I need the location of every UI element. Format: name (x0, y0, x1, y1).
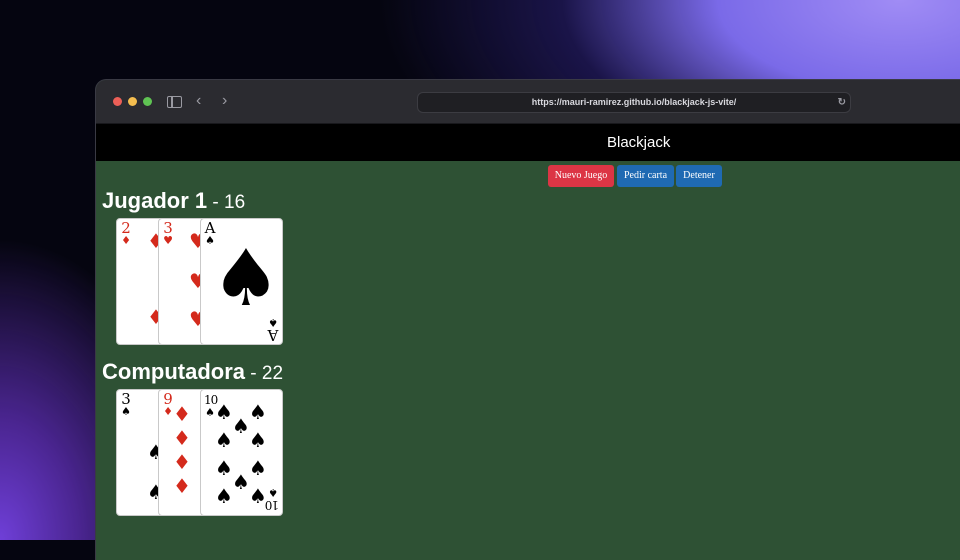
spade-pip-icon: ♠ (215, 428, 233, 452)
spade-pip-icon: ♠ (249, 400, 267, 424)
spade-pip-icon: ♠ (215, 456, 233, 480)
browser-window: ‹ › https://mauri-ramirez.github.io/blac… (96, 80, 960, 560)
spade-pip-icon: ♠ (232, 470, 250, 494)
spade-pip-icon: ♠ (249, 428, 267, 452)
spade-pip-icon: ♠ (249, 456, 267, 480)
player-card-3: A ♠ ♠ A ♠ (200, 218, 283, 345)
back-arrow-icon[interactable]: ‹ (196, 93, 201, 109)
address-bar[interactable]: https://mauri-ramirez.github.io/blackjac… (417, 92, 851, 113)
computer-heading: Computadora - 22 (102, 359, 283, 385)
player-separator: - (207, 192, 225, 213)
computer-name: Computadora (102, 359, 245, 384)
maximize-window-button[interactable] (143, 97, 152, 106)
card-corner: 2 ♦ (121, 219, 131, 247)
minimize-window-button[interactable] (128, 97, 137, 106)
computer-separator: - (245, 363, 262, 384)
card-corner: 3 ♠ (121, 390, 131, 418)
spade-pip-icon: ♠ (215, 400, 233, 424)
hit-button[interactable]: Pedir carta (617, 165, 674, 187)
navbar-brand[interactable]: Blackjack (607, 124, 670, 161)
diamond-pip-icon: ♦ (173, 450, 191, 474)
player-name: Jugador 1 (102, 188, 208, 213)
card-corner-bottom: A ♠ (267, 316, 279, 344)
computer-score: 22 (261, 363, 284, 384)
computer-card-3: 10 ♠ ♠ ♠ ♠ ♠ ♠ ♠ ♠ ♠ ♠ ♠ 10 ♠ (200, 389, 283, 516)
spade-pip-icon: ♠ (232, 414, 250, 438)
stand-button[interactable]: Detener (676, 165, 722, 187)
forward-arrow-icon[interactable]: › (222, 93, 227, 109)
card-corner-bottom: 10 ♠ (265, 486, 279, 512)
browser-titlebar: ‹ › https://mauri-ramirez.github.io/blac… (96, 80, 960, 124)
diamond-pip-icon: ♦ (173, 474, 191, 498)
spade-pip-icon: ♠ (215, 484, 233, 508)
navbar: Blackjack (96, 124, 960, 161)
player-score: 16 (224, 192, 246, 213)
player-heading: Jugador 1 - 16 (102, 188, 245, 214)
diamond-pip-icon: ♦ (173, 426, 191, 450)
close-window-button[interactable] (113, 97, 122, 106)
sidebar-toggle-icon[interactable] (167, 96, 182, 108)
spade-pip-icon: ♠ (249, 484, 267, 508)
card-corner: 3 ♥ (163, 219, 173, 247)
reload-icon[interactable]: ↻ (838, 93, 846, 112)
ace-spade-icon: ♠ (211, 234, 281, 324)
url-text: https://mauri-ramirez.github.io/blackjac… (531, 97, 737, 107)
new-game-button[interactable]: Nuevo Juego (548, 165, 614, 187)
diamond-pip-icon: ♦ (173, 402, 191, 426)
